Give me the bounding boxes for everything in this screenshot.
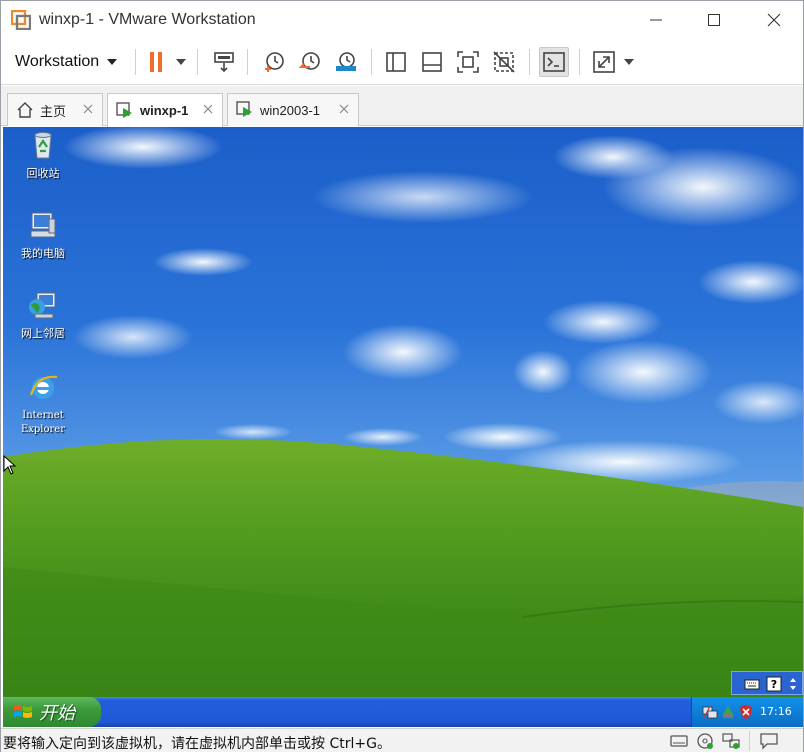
console-view-icon <box>543 52 565 72</box>
network-adapter-icon[interactable] <box>721 732 741 750</box>
snapshot-icon <box>265 52 284 72</box>
start-label: 开始 <box>39 703 75 724</box>
help-icon: ? <box>766 676 782 692</box>
maximize-button[interactable] <box>691 1 737 39</box>
revert-snapshot-icon <box>298 52 320 70</box>
close-icon[interactable] <box>202 103 214 115</box>
vmware-window: winxp-1 - VMware Workstation Workstation <box>0 0 804 752</box>
vm-running-icon <box>116 101 132 118</box>
bliss-wallpaper <box>3 127 803 697</box>
message-log-icon[interactable] <box>759 732 779 750</box>
desktop-icon-label: 回收站 <box>26 167 60 180</box>
stretch-dropdown-icon[interactable] <box>624 59 634 65</box>
stretch-guest-button[interactable] <box>589 47 619 77</box>
guest-taskbar: 开始 17:16 <box>3 697 803 727</box>
maximize-icon <box>708 14 720 26</box>
close-icon[interactable] <box>338 103 350 115</box>
workstation-menu[interactable]: Workstation <box>7 47 125 77</box>
vmware-app-icon <box>11 10 31 30</box>
security-center-icon[interactable] <box>738 704 754 720</box>
vm-running-icon <box>236 101 252 117</box>
close-button[interactable] <box>751 1 797 39</box>
guest-desktop[interactable]: 回收站 我的电脑 网上邻居 Internet Explorer ? <box>3 127 803 697</box>
unity-icon <box>493 51 515 73</box>
tab-label: 主页 <box>40 103 67 119</box>
pause-button[interactable] <box>141 47 171 77</box>
toolbar-divider <box>135 49 136 75</box>
home-icon <box>17 102 33 118</box>
hard-disk-icon[interactable] <box>669 732 689 750</box>
tab-winxp-1[interactable]: winxp-1 <box>107 93 223 127</box>
thumbnail-bar-button[interactable] <box>417 47 447 77</box>
pause-icon <box>150 52 162 72</box>
tab-win2003-1[interactable]: win2003-1 <box>227 93 359 126</box>
pause-dropdown-icon[interactable] <box>176 59 186 65</box>
clock[interactable]: 17:16 <box>760 705 792 718</box>
close-icon[interactable] <box>82 103 94 115</box>
tab-label: win2003-1 <box>260 102 320 118</box>
tab-home[interactable]: 主页 <box>7 93 103 126</box>
mouse-pointer-icon <box>3 455 17 475</box>
my-computer-icon <box>30 212 56 238</box>
toolbar: Workstation <box>1 39 803 85</box>
cd-dvd-icon[interactable] <box>695 732 715 750</box>
status-bar: 要将输入定向到该虚拟机，请在虚拟机内部单击或按 Ctrl+G。 <box>1 728 803 752</box>
console-view-button[interactable] <box>539 47 569 77</box>
revert-snapshot-button[interactable] <box>295 47 325 77</box>
desktop-icon-internet-explorer[interactable]: Internet Explorer <box>3 371 83 436</box>
internet-explorer-icon <box>29 375 58 399</box>
chevron-down-icon <box>107 59 118 65</box>
svg-text:?: ? <box>771 678 777 691</box>
snapshot-manager-icon <box>336 52 356 71</box>
vm-console[interactable]: 回收站 我的电脑 网上邻居 Internet Explorer ? 开始 17:… <box>3 127 803 727</box>
snapshot-manager-button[interactable] <box>331 47 361 77</box>
status-divider <box>749 731 750 751</box>
show-library-button[interactable] <box>381 47 411 77</box>
keyboard-icon <box>744 679 760 690</box>
desktop-icon-my-computer[interactable]: 我的电脑 <box>3 209 83 260</box>
network-places-icon <box>29 292 56 319</box>
workstation-menu-label: Workstation <box>15 53 100 70</box>
tab-label: winxp-1 <box>140 103 189 118</box>
unity-button[interactable] <box>489 47 519 77</box>
toolbar-divider <box>579 49 580 75</box>
options-arrows-icon <box>790 678 796 690</box>
tab-bar: 主页 winxp-1 win2003-1 <box>1 86 803 127</box>
vmware-tools-tray-icon[interactable] <box>720 704 736 720</box>
desktop-icon-label: Internet <box>22 410 64 421</box>
desktop-icon-label: 网上邻居 <box>21 327 65 340</box>
network-tray-icon[interactable] <box>702 704 718 720</box>
full-screen-icon <box>457 51 479 73</box>
desktop-icon-label: Explorer <box>20 424 66 435</box>
send-ctrl-alt-del-icon <box>214 52 234 73</box>
desktop-icon-network-places[interactable]: 网上邻居 <box>3 289 83 340</box>
toolbar-divider <box>371 49 372 75</box>
thumbnail-bar-icon <box>422 52 442 72</box>
desktop-icon-recycle-bin[interactable]: 回收站 <box>3 129 83 180</box>
window-title: winxp-1 - VMware Workstation <box>39 11 256 28</box>
full-screen-button[interactable] <box>453 47 483 77</box>
toolbar-divider <box>247 49 248 75</box>
send-ctrl-alt-del-button[interactable] <box>209 47 239 77</box>
start-button[interactable]: 开始 <box>3 697 101 727</box>
toolbar-divider <box>529 49 530 75</box>
take-snapshot-button[interactable] <box>259 47 289 77</box>
stretch-guest-icon <box>593 51 615 73</box>
status-message: 要将输入定向到该虚拟机，请在虚拟机内部单击或按 Ctrl+G。 <box>3 736 391 752</box>
desktop-icon-label: 我的电脑 <box>21 247 65 260</box>
show-library-icon <box>386 52 406 72</box>
windows-logo-icon <box>14 705 32 718</box>
close-icon <box>767 13 781 27</box>
toolbar-divider <box>197 49 198 75</box>
recycle-bin-icon <box>34 132 52 159</box>
minimize-button[interactable] <box>633 1 679 39</box>
language-bar[interactable]: ? <box>731 671 803 695</box>
title-bar: winxp-1 - VMware Workstation <box>1 1 803 39</box>
minimize-icon <box>650 19 662 21</box>
system-tray: 17:16 <box>691 697 803 727</box>
